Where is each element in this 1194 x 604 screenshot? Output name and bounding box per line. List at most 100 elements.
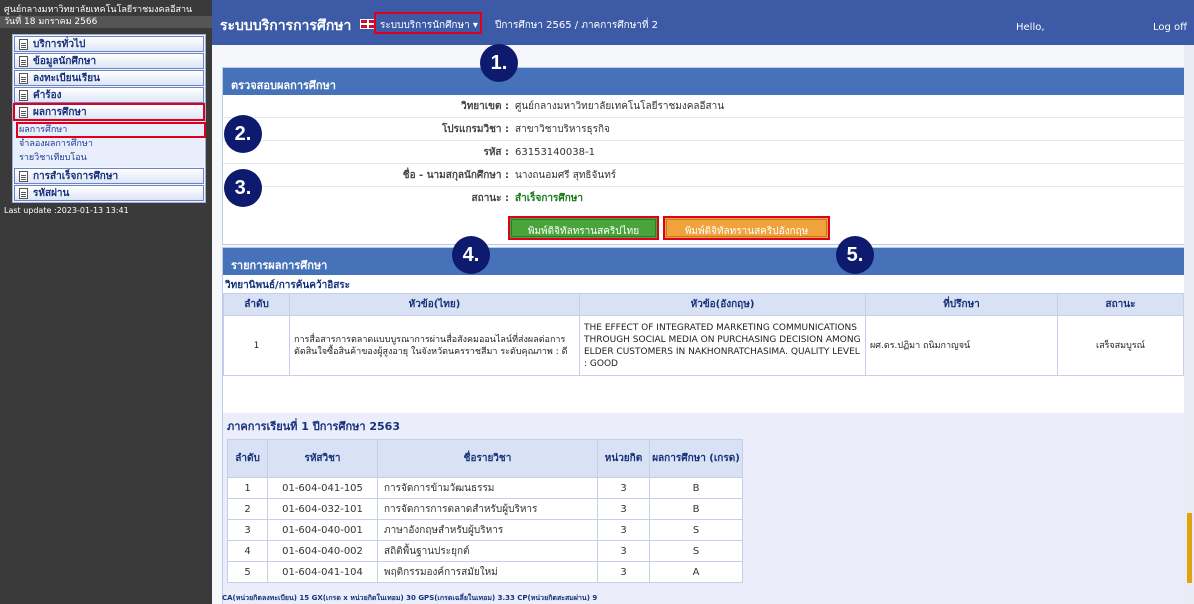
thesis-status: เสร็จสมบูรณ์ (1057, 315, 1184, 376)
hello-text: Hello, (1016, 22, 1045, 33)
document-icon (19, 170, 28, 182)
sidebar-item-registration[interactable]: ลงทะเบียนเรียน (14, 70, 204, 86)
info-label: รหัส : (483, 146, 509, 158)
sidebar-item-label: ลงทะเบียนเรียน (33, 72, 100, 84)
course-no: 4 (227, 540, 268, 562)
table-header-row: ลำดับ หัวข้อ(ไทย) หัวข้อ(อังกฤษ) ที่ปรึก… (223, 293, 1184, 316)
app-title: ระบบบริการการศึกษา (220, 18, 352, 34)
submenu-item-simulate[interactable]: จำลองผลการศึกษา (17, 137, 205, 151)
right-scroll-area (1184, 45, 1194, 604)
course-name: สถิติพื้นฐานประยุกต์ (377, 540, 598, 562)
course-grade: B (649, 498, 743, 520)
column-header: รหัสวิชา (267, 439, 378, 478)
info-row: วิทยาเขต : ศูนย์กลางมหาวิทยาลัยเทคโนโลยี… (223, 95, 1184, 118)
sidebar-item-label: รหัสผ่าน (33, 187, 70, 199)
course-code: 01-604-040-002 (267, 540, 378, 562)
sidebar-item-label: การสำเร็จการศึกษา (33, 170, 119, 182)
annotation-marker: 4. (452, 236, 490, 274)
sidebar-item-label: คำร้อง (33, 89, 62, 101)
course-no: 1 (227, 477, 268, 499)
column-header: ชื่อรายวิชา (377, 439, 598, 478)
annotation-marker: 2. (224, 115, 262, 153)
thesis-title-thai: การสื่อสารการตลาดแบบบูรณาการผ่านสื่อสังค… (289, 315, 580, 376)
semester-summary: CA(หน่วยกิตลงทะเบียน) 15 GX(เกรด x หน่วย… (222, 594, 598, 602)
column-header: ลำดับ (227, 439, 268, 478)
annotation-marker: 5. (836, 236, 874, 274)
table-row: 1 01-604-041-105 การจัดการข้ามวัฒนธรรม 3… (227, 477, 743, 499)
results-submenu: ผลการศึกษา จำลองผลการศึกษา รายวิชาเทียบโ… (13, 121, 206, 167)
column-header: ลำดับ (223, 293, 290, 316)
sidebar-item-student-info[interactable]: ข้อมูลนักศึกษา (14, 53, 204, 69)
info-value: สาขาวิชาบริหารธุรกิจ (515, 123, 610, 135)
course-name: การจัดการข้ามวัฒนธรรม (377, 477, 598, 499)
system-menu-dropdown[interactable]: ระบบบริการนักศึกษา ▾ (374, 12, 482, 34)
sidebar-item-results[interactable]: ผลการศึกษา (13, 103, 205, 121)
course-grade: S (649, 540, 743, 562)
sidebar-item-label: บริการทั่วไป (33, 38, 86, 50)
table-row: 3 01-604-040-001 ภาษาอังกฤษสำหรับผู้บริห… (227, 519, 743, 541)
print-thai-transcript-button[interactable]: พิมพ์ดิจิทัลทรานสคริปไทย (508, 216, 659, 240)
current-date: วันที่ 18 มกราคม 2566 (0, 16, 212, 28)
annotation-marker: 1. (480, 44, 518, 82)
sidebar-item-label: ข้อมูลนักศึกษา (33, 55, 97, 67)
sidebar: ศูนย์กลางมหาวิทยาลัยเทคโนโลยีราชมงคลอีสา… (0, 0, 212, 604)
courses-table: ลำดับ รหัสวิชา ชื่อรายวิชา หน่วยกิต ผลกา… (227, 439, 743, 583)
table-row: 5 01-604-041-104 พฤติกรรมองค์การสมัยใหม่… (227, 561, 743, 583)
thesis-no: 1 (223, 315, 290, 376)
info-value: นางถนอมศรี สุทธิจันทร์ (515, 169, 617, 181)
info-label: ชื่อ - นามสกุลนักศึกษา : (402, 169, 509, 181)
table-row: 4 01-604-040-002 สถิติพื้นฐานประยุกต์ 3 … (227, 540, 743, 562)
course-code: 01-604-041-105 (267, 477, 378, 499)
table-row: 1 การสื่อสารการตลาดแบบบูรณาการผ่านสื่อสั… (223, 315, 1184, 376)
sidebar-menu: บริการทั่วไป ข้อมูลนักศึกษา ลงทะเบียนเรี… (12, 34, 206, 203)
course-no: 3 (227, 519, 268, 541)
document-icon (19, 89, 28, 101)
document-icon (19, 187, 28, 199)
document-icon (19, 55, 28, 67)
course-credit: 3 (597, 519, 650, 541)
results-panel: รายการผลการศึกษา วิทยานิพนธ์/การค้นคว้าอ… (222, 247, 1185, 604)
column-header: ผลการศึกษา (เกรด) (649, 439, 743, 478)
info-row: โปรแกรมวิชา : สาขาวิชาบริหารธุรกิจ (223, 118, 1184, 141)
info-row: รหัส : 63153140038-1 (223, 141, 1184, 164)
course-grade: A (649, 561, 743, 583)
annotation-marker: 3. (224, 169, 262, 207)
submenu-item-results[interactable]: ผลการศึกษา (16, 122, 206, 138)
sidebar-item-graduation[interactable]: การสำเร็จการศึกษา (14, 168, 204, 184)
sidebar-item-password[interactable]: รหัสผ่าน (14, 185, 204, 201)
sidebar-item-general-services[interactable]: บริการทั่วไป (14, 36, 204, 52)
panel-title: รายการผลการศึกษา (223, 248, 1184, 275)
university-name: ศูนย์กลางมหาวิทยาลัยเทคโนโลยีราชมงคลอีสา… (4, 5, 193, 15)
info-label: โปรแกรมวิชา : (441, 123, 509, 135)
document-icon (19, 72, 28, 84)
logoff-link[interactable]: Log off (1153, 22, 1187, 33)
thesis-advisor: ผศ.ดร.ปฏิมา ถนิมกาญจน์ (865, 315, 1058, 376)
course-credit: 3 (597, 498, 650, 520)
table-row: 2 01-604-032-101 การจัดการการตลาดสำหรับผ… (227, 498, 743, 520)
semester-title: ภาคการเรียนที่ 1 ปีการศึกษา 2563 (227, 420, 400, 433)
course-credit: 3 (597, 561, 650, 583)
uk-flag-icon[interactable] (360, 19, 375, 29)
info-row: ชื่อ - นามสกุลนักศึกษา : นางถนอมศรี สุทธ… (223, 164, 1184, 187)
main-content: ตรวจสอบผลการศึกษา วิทยาเขต : ศูนย์กลางมห… (212, 45, 1194, 604)
column-header: ที่ปรึกษา (865, 293, 1058, 316)
last-update: Last update :2023-01-13 13:41 (4, 206, 129, 215)
thesis-table: ลำดับ หัวข้อ(ไทย) หัวข้อ(อังกฤษ) ที่ปรึก… (223, 293, 1184, 376)
submenu-item-transfer[interactable]: รายวิชาเทียบโอน (17, 151, 205, 165)
column-header: หน่วยกิต (597, 439, 650, 478)
course-code: 01-604-032-101 (267, 498, 378, 520)
top-bar: ระบบบริการการศึกษา ระบบบริการนักศึกษา ▾ … (212, 0, 1194, 45)
course-credit: 3 (597, 477, 650, 499)
course-name: พฤติกรรมองค์การสมัยใหม่ (377, 561, 598, 583)
column-header: หัวข้อ(อังกฤษ) (579, 293, 866, 316)
print-english-transcript-button[interactable]: พิมพ์ดิจิทัลทรานสคริปอังกฤษ (663, 216, 830, 240)
sidebar-item-petition[interactable]: คำร้อง (14, 87, 204, 103)
course-code: 01-604-040-001 (267, 519, 378, 541)
sidebar-item-label: ผลการศึกษา (33, 106, 87, 118)
course-code: 01-604-041-104 (267, 561, 378, 583)
document-icon (19, 38, 28, 50)
info-value: ศูนย์กลางมหาวิทยาลัยเทคโนโลยีราชมงคลอีสา… (515, 100, 725, 112)
course-no: 5 (227, 561, 268, 583)
column-header: หัวข้อ(ไทย) (289, 293, 580, 316)
